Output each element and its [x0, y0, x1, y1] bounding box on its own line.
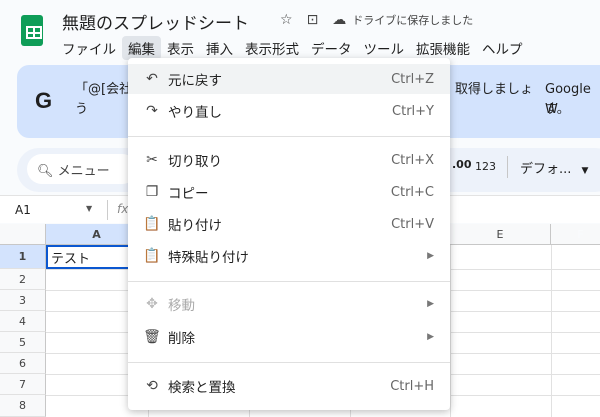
row-header-4[interactable]: 4: [0, 311, 46, 332]
menu-edit[interactable]: 編集: [122, 36, 161, 60]
search-icon: 🔍︎: [37, 164, 54, 179]
clipboard-icon: 📋: [143, 248, 161, 264]
row-header-2[interactable]: 2: [0, 269, 46, 290]
shortcut: Ctrl+Z: [391, 71, 434, 87]
submenu-arrow-icon: ▶: [427, 251, 434, 261]
menu-insert[interactable]: 挿入: [200, 36, 239, 60]
chevron-down-icon: ▼: [581, 166, 589, 176]
edit-menu: ↶ 元に戻す Ctrl+Z ↷ やり直し Ctrl+Y ✂ 切り取り Ctrl+X ❐ コピー…: [128, 58, 450, 410]
select-all[interactable]: [0, 224, 46, 245]
sheets-logo[interactable]: [21, 15, 43, 46]
menu-item-label: 元に戻す: [168, 73, 222, 89]
cloud-saved-icon[interactable]: ☁: [332, 12, 346, 28]
menu-item-undo[interactable]: ↶ 元に戻す Ctrl+Z: [128, 64, 450, 94]
menu-item-label: コピー: [168, 186, 209, 202]
decimal-icon[interactable]: .00: [452, 158, 472, 171]
move-folder-icon[interactable]: ⊡: [307, 12, 319, 28]
banner-text-1-end: 取得しましょ: [455, 82, 534, 97]
menu-item-cut[interactable]: ✂ 切り取り Ctrl+X: [128, 145, 450, 175]
menu-divider: [128, 362, 450, 363]
row-header-8[interactable]: 8: [0, 395, 46, 417]
menubar: ファイル 編集 表示 挿入 表示形式 データ ツール 拡張機能 ヘルプ: [56, 36, 529, 60]
gridline: [450, 245, 451, 417]
gridline: [551, 245, 552, 417]
star-icon[interactable]: ☆: [280, 12, 293, 28]
banner-text-1: 「@[会社: [75, 82, 133, 97]
menu-item-label: 削除: [168, 331, 195, 347]
banner-text-2: う: [75, 102, 89, 117]
saved-status: ドライブに保存しました: [352, 14, 474, 27]
doc-title[interactable]: 無題のスプレッドシート: [62, 9, 249, 34]
shortcut: Ctrl+Y: [392, 103, 434, 119]
clipboard-icon: 📋: [143, 216, 161, 232]
menu-divider: [128, 281, 450, 282]
row-header-7[interactable]: 7: [0, 374, 46, 395]
redo-icon: ↷: [146, 103, 158, 119]
menu-item-move: ✥ 移動 ▶: [128, 289, 450, 319]
copy-icon: ❐: [145, 184, 159, 200]
submenu-arrow-icon: ▶: [427, 332, 434, 342]
chevron-down-icon[interactable]: ▼: [86, 204, 92, 213]
menu-item-paste-special[interactable]: 📋 特殊貼り付け ▶: [128, 241, 450, 271]
shortcut: Ctrl+H: [390, 378, 434, 394]
shortcut: Ctrl+C: [390, 184, 434, 200]
toolbar-divider: [507, 156, 508, 178]
undo-icon: ↶: [146, 71, 158, 87]
col-header-e[interactable]: E: [450, 224, 551, 245]
menu-data[interactable]: データ: [305, 36, 358, 60]
font-select[interactable]: デフォ... ▼: [520, 158, 588, 177]
menu-format[interactable]: 表示形式: [239, 36, 305, 60]
search-label: メニュー: [57, 164, 110, 179]
menu-item-paste[interactable]: 📋 貼り付け Ctrl+V: [128, 209, 450, 239]
row-header-5[interactable]: 5: [0, 332, 46, 353]
row-header-1[interactable]: 1: [0, 245, 46, 269]
menu-item-find-replace[interactable]: ⟲ 検索と置換 Ctrl+H: [128, 371, 450, 401]
menu-tools[interactable]: ツール: [358, 36, 411, 60]
fx-icon: fx: [117, 202, 129, 216]
menu-item-label: 貼り付け: [168, 218, 222, 234]
move-icon: ✥: [146, 296, 158, 312]
row-header-6[interactable]: 6: [0, 353, 46, 374]
menu-item-redo[interactable]: ↷ やり直し Ctrl+Y: [128, 96, 450, 126]
name-box[interactable]: A1: [15, 203, 31, 217]
menu-item-delete[interactable]: 🗑 削除 ▶: [128, 322, 450, 352]
format-number-button[interactable]: 123: [475, 160, 496, 173]
trash-icon: 🗑: [143, 329, 161, 345]
scissors-icon: ✂: [146, 152, 158, 168]
menu-item-label: 切り取り: [168, 154, 222, 170]
row-header-3[interactable]: 3: [0, 290, 46, 311]
menu-item-label: 特殊貼り付け: [168, 250, 249, 266]
submenu-arrow-icon: ▶: [427, 299, 434, 309]
menu-view[interactable]: 表示: [161, 36, 200, 60]
font-label: デフォ...: [520, 162, 572, 177]
menu-item-copy[interactable]: ❐ コピー Ctrl+C: [128, 177, 450, 207]
menu-item-label: 移動: [168, 298, 195, 314]
banner-right-2: す。: [545, 102, 570, 117]
menu-file[interactable]: ファイル: [56, 36, 122, 60]
shortcut: Ctrl+X: [391, 152, 434, 168]
menu-help[interactable]: ヘルプ: [476, 36, 529, 60]
find-replace-icon: ⟲: [146, 378, 158, 394]
col-header-f[interactable]: F: [551, 224, 600, 245]
divider: [107, 200, 108, 220]
shortcut: Ctrl+V: [391, 216, 434, 232]
menu-item-label: 検索と置換: [168, 380, 236, 396]
menu-search[interactable]: 🔍︎ メニュー: [27, 154, 137, 184]
menu-item-label: やり直し: [168, 105, 222, 121]
menu-extensions[interactable]: 拡張機能: [410, 36, 476, 60]
menu-divider: [128, 136, 450, 137]
google-logo: G: [35, 88, 53, 113]
